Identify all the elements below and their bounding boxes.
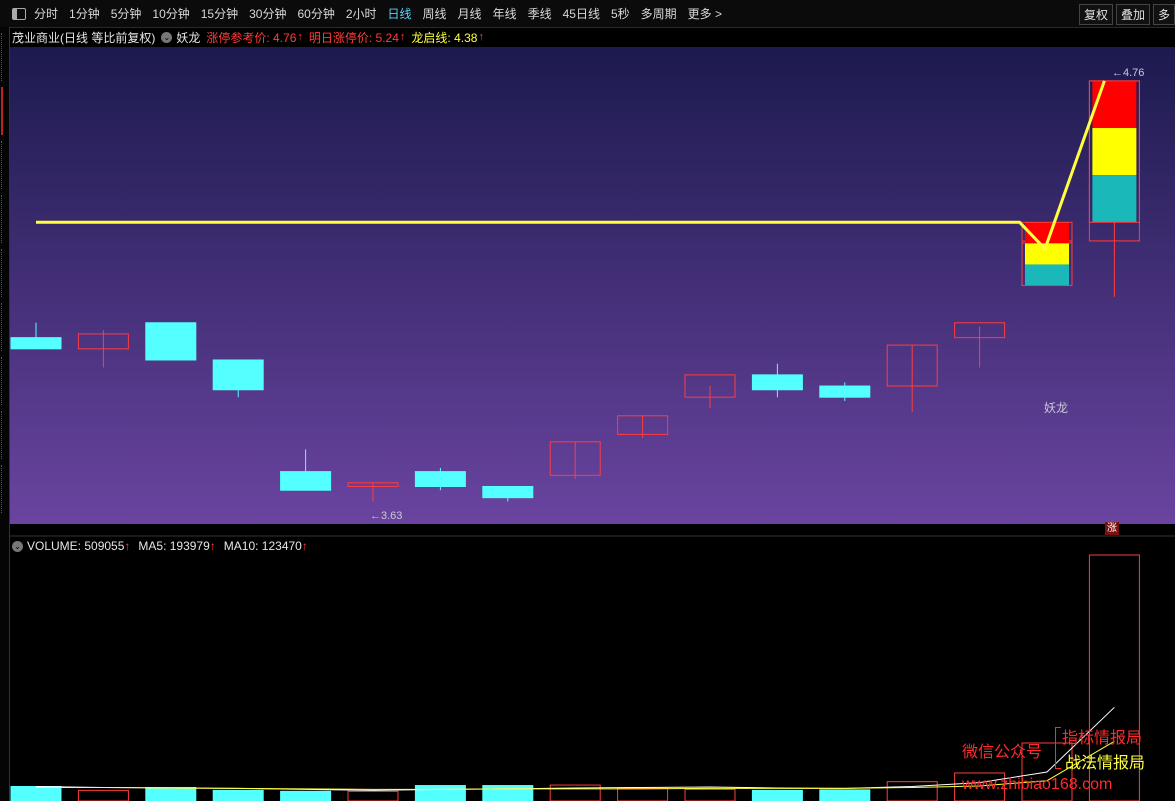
candle-body (819, 385, 871, 398)
price-panel-background (10, 47, 1175, 524)
candle-body (10, 337, 62, 350)
ma5-value: MA5: 193979 (138, 539, 210, 553)
volume-bar (819, 789, 871, 801)
volume-bar (886, 781, 938, 801)
volume-bar (684, 788, 736, 801)
zone-teal-band (1025, 264, 1069, 286)
volume-bar (414, 785, 466, 801)
volume-value: VOLUME: 509055 (27, 539, 125, 553)
watermark-wechat: 微信公众号 (962, 744, 1043, 761)
ma5-line (35, 706, 1115, 791)
candle-body (414, 471, 466, 488)
up-arrow-icon: ↑ (301, 539, 308, 553)
dragon-start-line: 龙启线: 4.38 (411, 30, 478, 45)
zone-red-band (1092, 80, 1137, 129)
signal-label: 妖龙 (1044, 401, 1068, 415)
zone-yellow-band (1092, 128, 1137, 176)
volume-bar (347, 790, 399, 801)
volume-bar (482, 785, 534, 801)
candle-body (145, 322, 197, 361)
next-limit-price: 明日涨停价: 5.24 (308, 30, 399, 45)
up-arrow-icon: ↑ (124, 539, 131, 553)
watermark-name2: 战法情报局 (1065, 755, 1146, 772)
volume-header: ⌄ VOLUME: 509055 ↑ MA5: 193979 ↑ MA10: 123… (12, 538, 308, 554)
ma10-value: MA10: 123470 (223, 539, 302, 553)
candle-body (280, 471, 332, 491)
volume-layer (10, 554, 1140, 801)
watermark-url: www.zhibiao168.com (962, 776, 1113, 793)
up-arrow-icon: ↑ (478, 31, 484, 43)
chart-title-row: 茂业商业(日线 等比前复权) ⌄ 妖龙 涨停参考价: 4.76 ↑ 明日涨停价: … (12, 29, 484, 45)
up-arrow-icon: ↑ (209, 539, 216, 553)
kline-chart[interactable]: ←3.63 ←4.76 妖龙 (0, 0, 1175, 801)
volume-bar (751, 789, 803, 801)
indicator-name[interactable]: 妖龙 (176, 29, 200, 46)
low-price-marker: ←3.63 (370, 510, 402, 522)
volume-bar (145, 786, 197, 801)
up-arrow-icon: ↑ (399, 31, 406, 43)
candle-body (751, 374, 803, 391)
stock-title[interactable]: 茂业商业(日线 等比前复权) (12, 29, 155, 46)
watermark-bracket (1055, 727, 1061, 769)
watermark-name1: 指标情报局 (1062, 730, 1143, 747)
limit-up-badge: 涨 (1105, 522, 1119, 535)
volume-bar (10, 786, 62, 801)
ma10-line (36, 740, 1115, 790)
volume-bar (280, 790, 332, 801)
zone-teal-band (1092, 175, 1137, 223)
up-arrow-icon: ↑ (297, 31, 303, 43)
indicator-menu-icon[interactable]: ⌄ (161, 31, 173, 43)
candle-body (482, 486, 534, 499)
volume-menu-icon[interactable]: ⌄ (12, 540, 23, 552)
volume-bar (77, 789, 129, 801)
volume-bar (212, 789, 264, 801)
volume-bar (617, 787, 669, 801)
high-price-marker: ←4.76 (1112, 67, 1144, 79)
candle-body (212, 359, 264, 391)
limit-ref-price: 涨停参考价: 4.76 (206, 30, 297, 45)
